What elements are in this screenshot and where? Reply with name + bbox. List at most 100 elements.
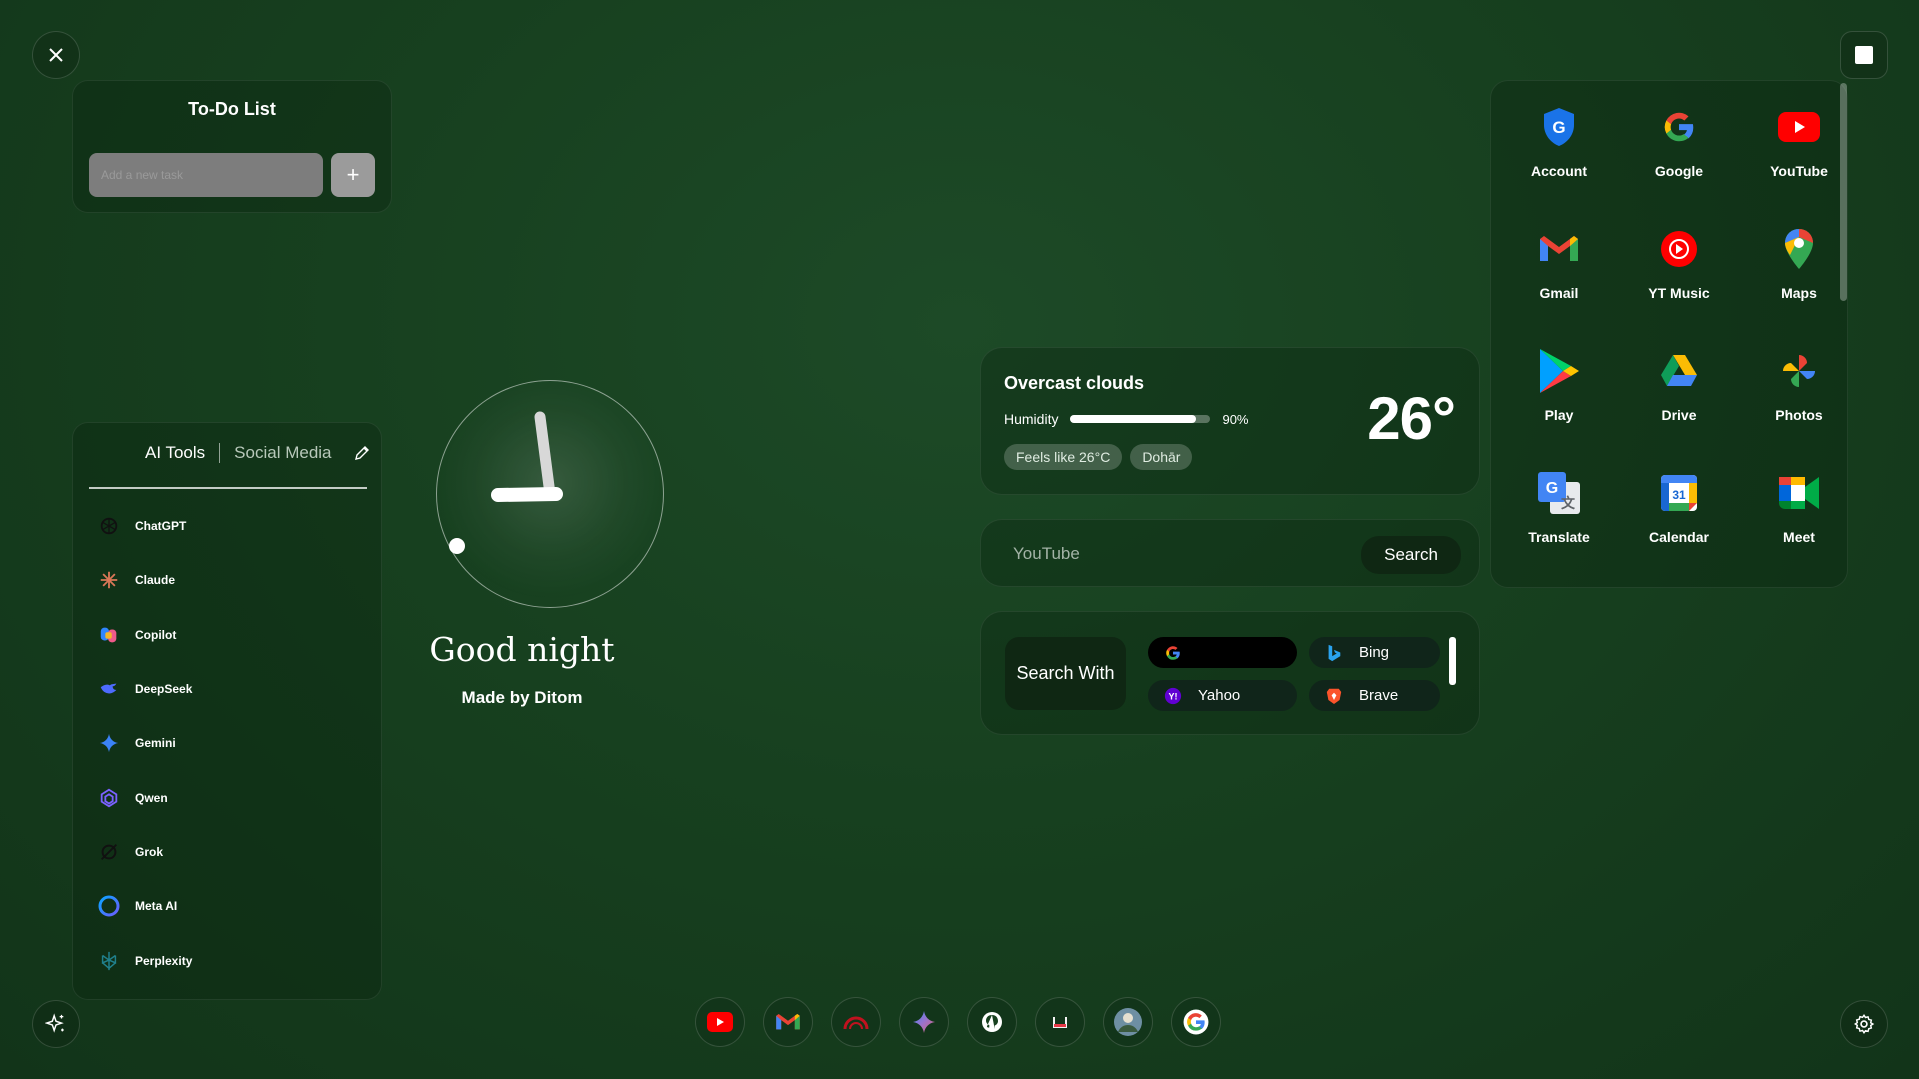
credit-text: Made by Ditom [461, 688, 583, 707]
github-icon [982, 1012, 1002, 1032]
translate-icon: G文 [1535, 469, 1583, 517]
tab-ai-tools[interactable]: AI Tools [131, 443, 219, 463]
ai-item-label: Grok [135, 844, 164, 859]
engine-scrollbar[interactable] [1449, 637, 1456, 685]
calendar-icon: 31 [1655, 469, 1703, 517]
dock-speedtest[interactable] [831, 997, 881, 1047]
gmail-icon [1535, 225, 1583, 273]
add-task-button[interactable]: + [331, 153, 375, 197]
ai-item-gemini[interactable]: Gemini [97, 716, 192, 770]
meet-icon [1775, 469, 1823, 517]
search-with-panel: Search With Bing Y! Yahoo Brave [980, 611, 1480, 735]
square-icon [1855, 46, 1873, 64]
engine-label: Yahoo [1198, 687, 1241, 704]
tab-social-media[interactable]: Social Media [220, 443, 345, 463]
ai-item-label: Perplexity [135, 953, 193, 968]
app-google[interactable]: Google [1619, 103, 1739, 225]
app-label: Meet [1783, 529, 1815, 545]
engine-bing[interactable]: Bing [1309, 637, 1440, 668]
gear-icon [1853, 1014, 1875, 1034]
profile-icon [1114, 1008, 1142, 1036]
app-label: Maps [1781, 285, 1817, 301]
svg-text:G: G [1552, 118, 1565, 137]
dock-youtube[interactable] [695, 997, 745, 1047]
dock-tray[interactable] [1035, 997, 1085, 1047]
ai-item-label: Qwen [135, 790, 168, 805]
qwen-icon [97, 786, 121, 810]
dock-gmail[interactable] [763, 997, 813, 1047]
square-toggle-button[interactable] [1840, 31, 1888, 79]
play-store-icon [1535, 347, 1583, 395]
ai-item-label: Meta AI [135, 899, 178, 914]
close-button[interactable] [32, 31, 80, 79]
svg-text:Y!: Y! [1169, 691, 1178, 701]
app-gmail[interactable]: Gmail [1499, 225, 1619, 347]
claude-icon [97, 568, 121, 592]
youtube-icon [1775, 103, 1823, 151]
feels-like-chip: Feels like 26°C [1004, 444, 1123, 470]
app-yt-music[interactable]: YT Music [1619, 225, 1739, 347]
engine-google[interactable] [1148, 637, 1297, 668]
app-label: Calendar [1649, 529, 1709, 545]
second-dot [449, 538, 465, 554]
ai-item-label: DeepSeek [135, 682, 193, 697]
engine-yahoo[interactable]: Y! Yahoo [1148, 680, 1297, 711]
engine-label: Bing [1359, 644, 1390, 661]
engine-brave[interactable]: Brave [1309, 680, 1440, 711]
settings-button[interactable] [1840, 1000, 1888, 1048]
perplexity-icon [97, 949, 121, 973]
humidity-bar [1070, 415, 1211, 423]
ai-item-meta-ai[interactable]: Meta AI [97, 879, 192, 933]
svg-text:文: 文 [1561, 495, 1576, 512]
ai-item-chatgpt[interactable]: ChatGPT [97, 499, 192, 553]
svg-text:31: 31 [1672, 488, 1686, 502]
ai-item-deepseek[interactable]: DeepSeek [97, 662, 192, 716]
app-label: YouTube [1770, 163, 1828, 179]
sparkle-button[interactable] [32, 1000, 80, 1048]
apps-scrollbar[interactable] [1840, 83, 1847, 301]
dock-gemini[interactable] [899, 997, 949, 1047]
app-calendar[interactable]: 31 Calendar [1619, 469, 1739, 591]
analog-clock [436, 380, 664, 608]
dock-profile[interactable] [1103, 997, 1153, 1047]
app-translate[interactable]: G文 Translate [1499, 469, 1619, 591]
app-account[interactable]: G Account [1499, 103, 1619, 225]
app-drive[interactable]: Drive [1619, 347, 1739, 469]
todo-panel: To-Do List + [72, 80, 392, 213]
tray-icon [1053, 1017, 1067, 1028]
youtube-icon [707, 1012, 733, 1032]
youtube-search-input[interactable] [1013, 538, 1353, 570]
ai-item-qwen[interactable]: Qwen [97, 770, 192, 824]
ai-item-perplexity[interactable]: Perplexity [97, 933, 192, 987]
app-meet[interactable]: Meet [1739, 469, 1859, 591]
ai-item-copilot[interactable]: Copilot [97, 608, 192, 662]
pencil-icon[interactable] [352, 443, 372, 463]
ai-item-grok[interactable]: Grok [97, 825, 192, 879]
youtube-search-bar: Search [980, 519, 1480, 587]
google-icon [1164, 644, 1182, 662]
app-photos[interactable]: Photos [1739, 347, 1859, 469]
yt-music-icon [1655, 225, 1703, 273]
greeting-text: Good night [429, 630, 615, 669]
app-label: Drive [1661, 407, 1697, 423]
meta-ai-icon [97, 894, 121, 918]
chatgpt-icon [97, 514, 121, 538]
search-button[interactable]: Search [1361, 536, 1461, 574]
app-label: Gmail [1539, 285, 1579, 301]
maps-icon [1775, 225, 1823, 273]
minute-hand [534, 411, 556, 500]
sparkle-icon [45, 1013, 64, 1033]
gemini-icon [913, 1011, 935, 1033]
app-play[interactable]: Play [1499, 347, 1619, 469]
engine-label: Brave [1359, 687, 1399, 704]
weather-widget: Overcast clouds Humidity 90% Feels like … [980, 347, 1480, 495]
humidity-row: Humidity 90% [1004, 411, 1249, 427]
ai-item-claude[interactable]: Claude [97, 553, 192, 607]
dock-google[interactable] [1171, 997, 1221, 1047]
dock-github[interactable] [967, 997, 1017, 1047]
todo-input[interactable] [89, 153, 323, 197]
account-shield-icon: G [1535, 103, 1583, 151]
app-label: YT Music [1648, 285, 1710, 301]
humidity-value: 90% [1222, 411, 1249, 427]
copilot-icon [97, 623, 121, 647]
